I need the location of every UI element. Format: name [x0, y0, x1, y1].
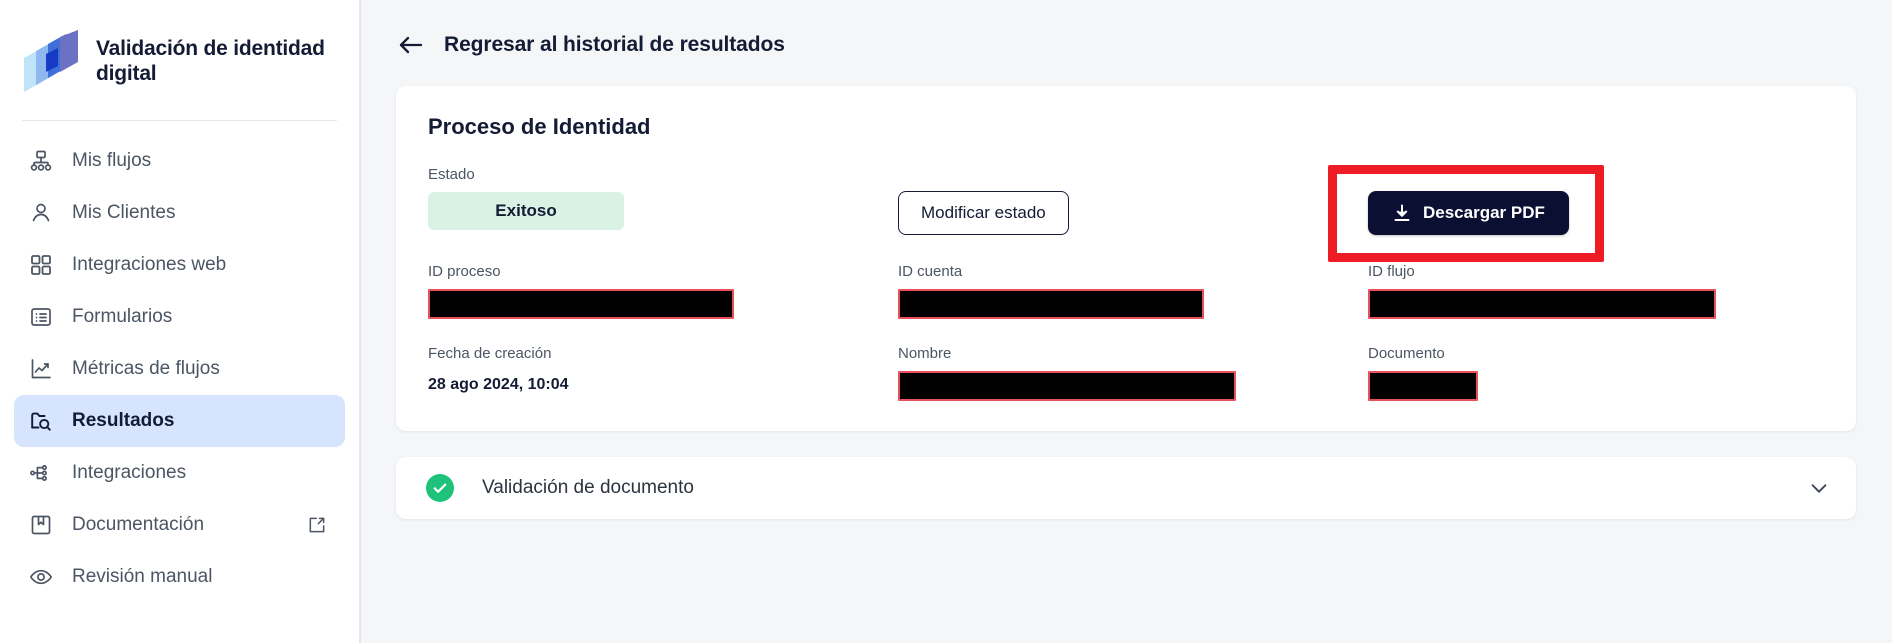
sidebar-item-label: Revisión manual: [72, 566, 213, 587]
ids-row: ID proceso ID cuenta ID flujo: [428, 263, 1824, 319]
line-chart-icon: [28, 356, 54, 382]
sidebar-item-metricas-de-flujos[interactable]: Métricas de flujos: [14, 343, 345, 395]
download-icon: [1392, 203, 1412, 223]
id-flujo-field: ID flujo: [1368, 263, 1824, 319]
sidebar-item-label: Resultados: [72, 410, 175, 431]
nombre-redacted-value: [898, 371, 1236, 401]
sidebar-item-mis-flujos[interactable]: Mis flujos: [14, 135, 345, 187]
id-proceso-label: ID proceso: [428, 263, 501, 280]
external-link-icon[interactable]: [307, 515, 327, 535]
check-circle-icon: [426, 474, 454, 502]
sidebar-item-documentacion[interactable]: Documentación: [14, 499, 345, 551]
descargar-pdf-label: Descargar PDF: [1423, 203, 1545, 222]
descargar-pdf-cell: Descargar PDF: [1328, 165, 1824, 262]
sidebar-item-revision-manual[interactable]: Revisión manual: [14, 551, 345, 603]
person-icon: [28, 200, 54, 226]
app-root: Validación de identidad digital Mis fluj…: [0, 0, 1892, 643]
modificar-estado-cell: Modificar estado: [898, 166, 1368, 235]
sidebar-item-label: Integraciones web: [72, 254, 227, 275]
modificar-estado-button[interactable]: Modificar estado: [898, 191, 1069, 235]
chevron-down-icon[interactable]: [1808, 477, 1830, 499]
layers-logo-icon: [22, 30, 80, 92]
sidebar-item-label: Mis flujos: [72, 150, 152, 171]
page-header: Regresar al historial de resultados: [360, 0, 1892, 60]
grid-squares-icon: [28, 252, 54, 278]
sidebar-item-integraciones-web[interactable]: Integraciones web: [14, 239, 345, 291]
sidebar-item-formularios[interactable]: Formularios: [14, 291, 345, 343]
page-title: Regresar al historial de resultados: [444, 33, 785, 56]
estado-field: Estado Exitoso: [428, 166, 898, 230]
eye-icon: [28, 564, 54, 590]
documento-label: Documento: [1368, 345, 1445, 362]
status-badge: Exitoso: [428, 192, 624, 230]
details-row: Fecha de creación 28 ago 2024, 10:04 Nom…: [428, 345, 1824, 401]
id-cuenta-field: ID cuenta: [898, 263, 1368, 319]
fecha-creacion-field: Fecha de creación 28 ago 2024, 10:04: [428, 345, 898, 401]
identity-process-card: Proceso de Identidad Estado Exitoso Modi…: [396, 86, 1856, 431]
sidebar-item-label: Mis Clientes: [72, 202, 176, 223]
sidebar-item-integraciones[interactable]: Integraciones: [14, 447, 345, 499]
descargar-pdf-wrapper: Descargar PDF: [1328, 165, 1604, 262]
id-cuenta-redacted-value: [898, 289, 1204, 319]
card-title: Proceso de Identidad: [428, 114, 651, 139]
id-flujo-redacted-value: [1368, 289, 1716, 319]
accordion-label: Validación de documento: [482, 477, 694, 498]
sidebar-item-label: Documentación: [72, 514, 205, 535]
nombre-label: Nombre: [898, 345, 952, 362]
brand-title: Validación de identidad digital: [96, 37, 325, 85]
sidebar-item-resultados[interactable]: Resultados: [14, 395, 345, 447]
sidebar-nav: Mis flujos Mis Clientes Integraciones we…: [0, 121, 359, 603]
content-left-border: [360, 0, 361, 643]
id-flujo-label: ID flujo: [1368, 263, 1415, 280]
documento-field: Documento: [1368, 345, 1824, 401]
nombre-field: Nombre: [898, 345, 1368, 401]
sidebar-item-label: Formularios: [72, 306, 173, 327]
folder-search-icon: [28, 408, 54, 434]
id-cuenta-label: ID cuenta: [898, 263, 963, 280]
documento-redacted-value: [1368, 371, 1478, 401]
sidebar-item-label: Métricas de flujos: [72, 358, 220, 379]
estado-label: Estado: [428, 166, 475, 183]
id-proceso-redacted-value: [428, 289, 734, 319]
descargar-pdf-button[interactable]: Descargar PDF: [1368, 191, 1569, 235]
sidebar-item-label: Integraciones: [72, 462, 187, 483]
form-list-icon: [28, 304, 54, 330]
nodes-network-icon: [28, 460, 54, 486]
validacion-documento-accordion[interactable]: Validación de documento: [396, 457, 1856, 519]
fecha-creacion-value: 28 ago 2024, 10:04: [428, 376, 569, 393]
flow-chart-icon: [28, 148, 54, 174]
status-row: Estado Exitoso Modificar estado Descarga…: [428, 165, 1824, 262]
sidebar: Validación de identidad digital Mis fluj…: [0, 0, 360, 643]
sidebar-item-mis-clientes[interactable]: Mis Clientes: [14, 187, 345, 239]
brand: Validación de identidad digital: [0, 0, 359, 92]
book-bookmark-icon: [28, 512, 54, 538]
fecha-creacion-label: Fecha de creación: [428, 345, 552, 362]
arrow-left-icon[interactable]: [396, 30, 426, 60]
main-content: Regresar al historial de resultados Proc…: [360, 0, 1892, 643]
id-proceso-field: ID proceso: [428, 263, 898, 319]
